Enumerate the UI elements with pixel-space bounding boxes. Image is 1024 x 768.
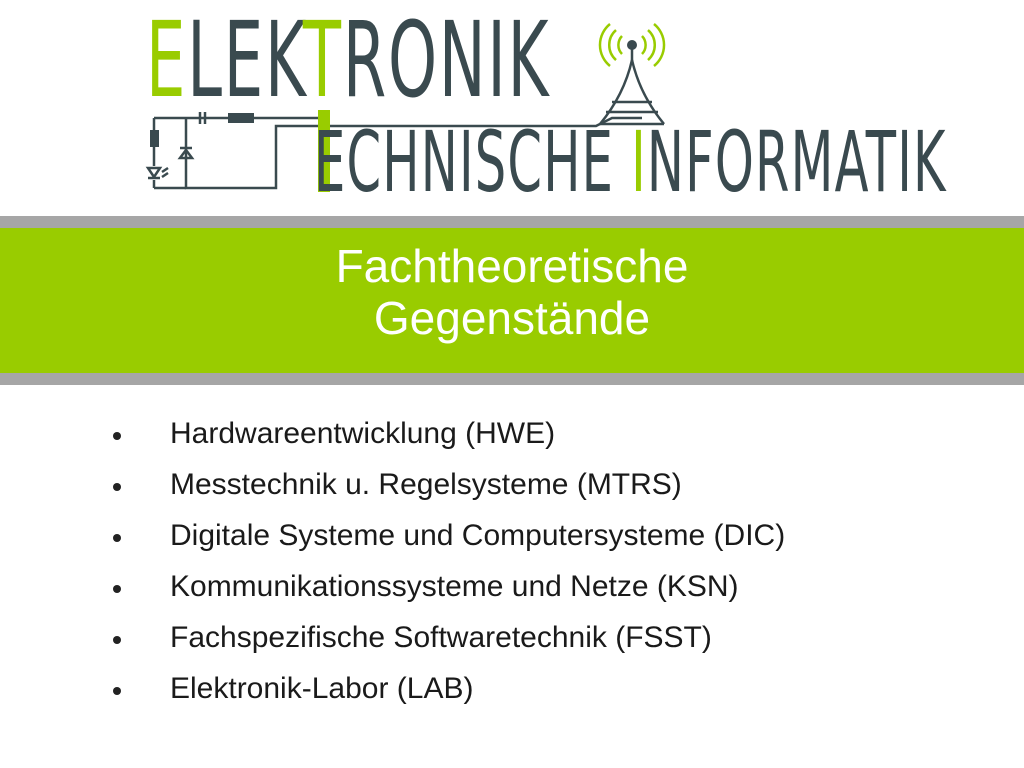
banner-border-bottom <box>0 373 1024 385</box>
bullet-icon <box>113 585 121 593</box>
logo-text-part: RONIK <box>342 0 551 121</box>
banner-border-top <box>0 216 1024 228</box>
list-item: Elektronik-Labor (LAB) <box>0 665 1024 716</box>
logo-wordmark-elektronik: ELEKTRONIK <box>146 8 550 112</box>
bullet-icon <box>113 483 121 491</box>
list-item: Hardwareentwicklung (HWE) <box>0 410 1024 461</box>
slide-title-line-2: Gegenstände <box>373 292 651 344</box>
list-item: Kommunikationssysteme und Netze (KSN) <box>0 563 1024 614</box>
logo-wordmark-technische-informatik: ECHNISCHE INFORMATIK <box>314 120 947 204</box>
list-item-label: Messtechnik u. Regelsysteme (MTRS) <box>170 468 682 501</box>
list-item: Messtechnik u. Regelsysteme (MTRS) <box>0 461 1024 512</box>
slide-title-line-1: Fachtheoretische <box>335 240 689 292</box>
list-item: Fachspezifische Softwaretechnik (FSST) <box>0 614 1024 665</box>
list-item-label: Digitale Systeme und Computersysteme (DI… <box>170 519 786 552</box>
bullet-icon <box>113 534 121 542</box>
bullet-icon <box>113 432 121 440</box>
logo: ELEKTRONIK ECHNISCHE INFORMATIK <box>0 0 1024 215</box>
list-item-label: Elektronik-Labor (LAB) <box>170 672 474 705</box>
logo-accent-letter: I <box>631 113 647 211</box>
list-item-label: Fachspezifische Softwaretechnik (FSST) <box>170 621 712 654</box>
logo-text-part: LEK <box>187 0 303 121</box>
logo-text-part: NFORMATIK <box>646 113 947 211</box>
list-item-label: Hardwareentwicklung (HWE) <box>170 417 556 450</box>
logo-accent-letter: T <box>302 0 343 121</box>
slide-title: Fachtheoretische Gegenstände <box>0 240 1024 344</box>
list-item-label: Kommunikationssysteme und Netze (KSN) <box>170 570 739 603</box>
logo-text-part: ECHNISCHE <box>314 113 632 211</box>
slide: ELEKTRONIK ECHNISCHE INFORMATIK Fachtheo… <box>0 0 1024 768</box>
list-item: Digitale Systeme und Computersysteme (DI… <box>0 512 1024 563</box>
bullet-icon <box>113 687 121 695</box>
topic-list: Hardwareentwicklung (HWE) Messtechnik u.… <box>0 410 1024 716</box>
logo-accent-letter: E <box>146 0 188 121</box>
bullet-icon <box>113 636 121 644</box>
